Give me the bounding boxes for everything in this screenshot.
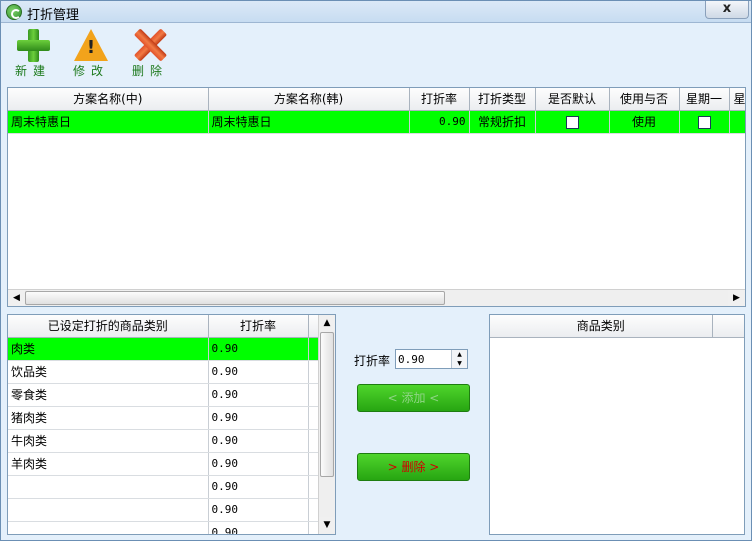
is-default-checkbox[interactable] (565, 115, 579, 129)
category-name (8, 521, 209, 534)
category-row[interactable]: 牛肉类 0.90 (8, 429, 320, 453)
window-title: 打折管理 (27, 8, 80, 23)
category-name: 零食类 (8, 383, 209, 407)
rate-label: 打折率 (354, 354, 391, 368)
scroll-up-icon[interactable]: ▲ (319, 315, 335, 332)
plan-usage: 使用 (609, 110, 680, 134)
category-row[interactable]: 饮品类 0.90 (8, 360, 320, 384)
category-rate: 0.90 (208, 521, 309, 534)
edit-button[interactable]: ! 修改 (71, 28, 111, 78)
plan-header-row: 方案名称(中) 方案名称(韩) 打折率 打折类型 是否默认 使用与否 星期一 星 (8, 88, 745, 111)
category-row[interactable]: 0.90 (8, 498, 320, 522)
col-is-default[interactable]: 是否默认 (535, 88, 610, 111)
col-product-filler (712, 315, 744, 338)
category-header-row: 已设定打折的商品类别 打折率 (8, 315, 320, 338)
edit-label: 修改 (72, 64, 109, 78)
plan-is-default-cell (535, 110, 610, 134)
cross-icon (133, 28, 168, 62)
spin-up-icon[interactable]: ▲ (452, 350, 467, 359)
discount-plan-grid: 方案名称(中) 方案名称(韩) 打折率 打折类型 是否默认 使用与否 星期一 星… (7, 87, 746, 307)
category-rate: 0.90 (208, 383, 309, 407)
plan-name-kr: 周末特惠日 (208, 110, 410, 134)
plan-type: 常规折扣 (469, 110, 536, 134)
discount-management-window: 打折管理 x 新建 ! 修改 删除 方案名称(中) 方案名称(韩) 打折率 打折… (0, 0, 752, 541)
plan-row[interactable]: 周末特惠日 周末特惠日 0.90 常规折扣 使用 (8, 110, 745, 134)
category-name: 牛肉类 (8, 429, 209, 453)
scroll-left-icon[interactable]: ◀ (8, 290, 25, 306)
rate-spinbox[interactable]: ▲ ▼ (395, 349, 468, 369)
remove-category-button[interactable]: > 删除 > (357, 453, 470, 481)
category-rate: 0.90 (208, 452, 309, 476)
category-rate: 0.90 (208, 429, 309, 453)
category-rate: 0.90 (208, 475, 309, 499)
category-row[interactable]: 0.90 (8, 475, 320, 499)
scroll-thumb[interactable] (320, 332, 334, 477)
category-name: 饮品类 (8, 360, 209, 384)
rate-input[interactable] (396, 350, 450, 368)
scroll-right-icon[interactable]: ▶ (728, 290, 745, 306)
col-rate[interactable]: 打折率 (409, 88, 470, 111)
category-rate: 0.90 (208, 498, 309, 522)
category-row[interactable]: 0.90 (8, 521, 320, 534)
category-name (8, 498, 209, 522)
new-button[interactable]: 新建 (13, 28, 53, 78)
new-label: 新建 (14, 64, 51, 78)
warning-icon: ! (74, 28, 108, 62)
plan-monday-cell (679, 110, 730, 134)
delete-label: 删除 (131, 64, 168, 78)
category-name: 羊肉类 (8, 452, 209, 476)
category-rate: 0.90 (208, 337, 309, 361)
scroll-down-icon[interactable]: ▼ (319, 517, 335, 534)
delete-button[interactable]: 删除 (130, 28, 170, 78)
category-name (8, 475, 209, 499)
monday-checkbox[interactable] (697, 115, 711, 129)
col-name-kr[interactable]: 方案名称(韩) (208, 88, 410, 111)
plan-next-day-cell (729, 110, 745, 134)
col-next-day[interactable]: 星 (729, 88, 745, 111)
app-logo-icon (6, 4, 22, 20)
scroll-thumb[interactable] (25, 291, 445, 305)
category-rate: 0.90 (208, 360, 309, 384)
category-name: 肉类 (8, 337, 209, 361)
plan-name-cn: 周末特惠日 (8, 110, 209, 134)
plan-rate: 0.90 (409, 110, 470, 134)
product-category-grid: 商品类别 (489, 314, 745, 535)
category-row[interactable]: 猪肉类 0.90 (8, 406, 320, 430)
rate-spinner[interactable]: ▲ ▼ (451, 350, 467, 368)
spin-down-icon[interactable]: ▼ (452, 359, 467, 368)
category-row[interactable]: 肉类 0.90 (8, 337, 320, 361)
category-name: 猪肉类 (8, 406, 209, 430)
col-type[interactable]: 打折类型 (469, 88, 536, 111)
plus-icon (16, 28, 50, 62)
col-name-cn[interactable]: 方案名称(中) (8, 88, 209, 111)
col-category[interactable]: 已设定打折的商品类别 (8, 315, 209, 338)
category-row[interactable]: 零食类 0.90 (8, 383, 320, 407)
product-header-row: 商品类别 (490, 315, 744, 338)
title-bar: 打折管理 x (1, 1, 751, 23)
category-row[interactable]: 羊肉类 0.90 (8, 452, 320, 476)
discounted-category-grid: 已设定打折的商品类别 打折率 肉类 0.90 饮品类 0.90 零食类 0.90 猪肉类 0.… (7, 314, 336, 535)
close-button[interactable]: x (705, 1, 749, 19)
horizontal-scrollbar[interactable]: ◀ ▶ (8, 289, 745, 306)
add-category-button[interactable]: < 添加 < (357, 384, 470, 412)
col-usage[interactable]: 使用与否 (609, 88, 680, 111)
col-product-category[interactable]: 商品类别 (490, 315, 713, 338)
vertical-scrollbar[interactable]: ▲ ▼ (318, 315, 335, 534)
col-category-rate[interactable]: 打折率 (208, 315, 309, 338)
category-rate: 0.90 (208, 406, 309, 430)
col-monday[interactable]: 星期一 (679, 88, 730, 111)
